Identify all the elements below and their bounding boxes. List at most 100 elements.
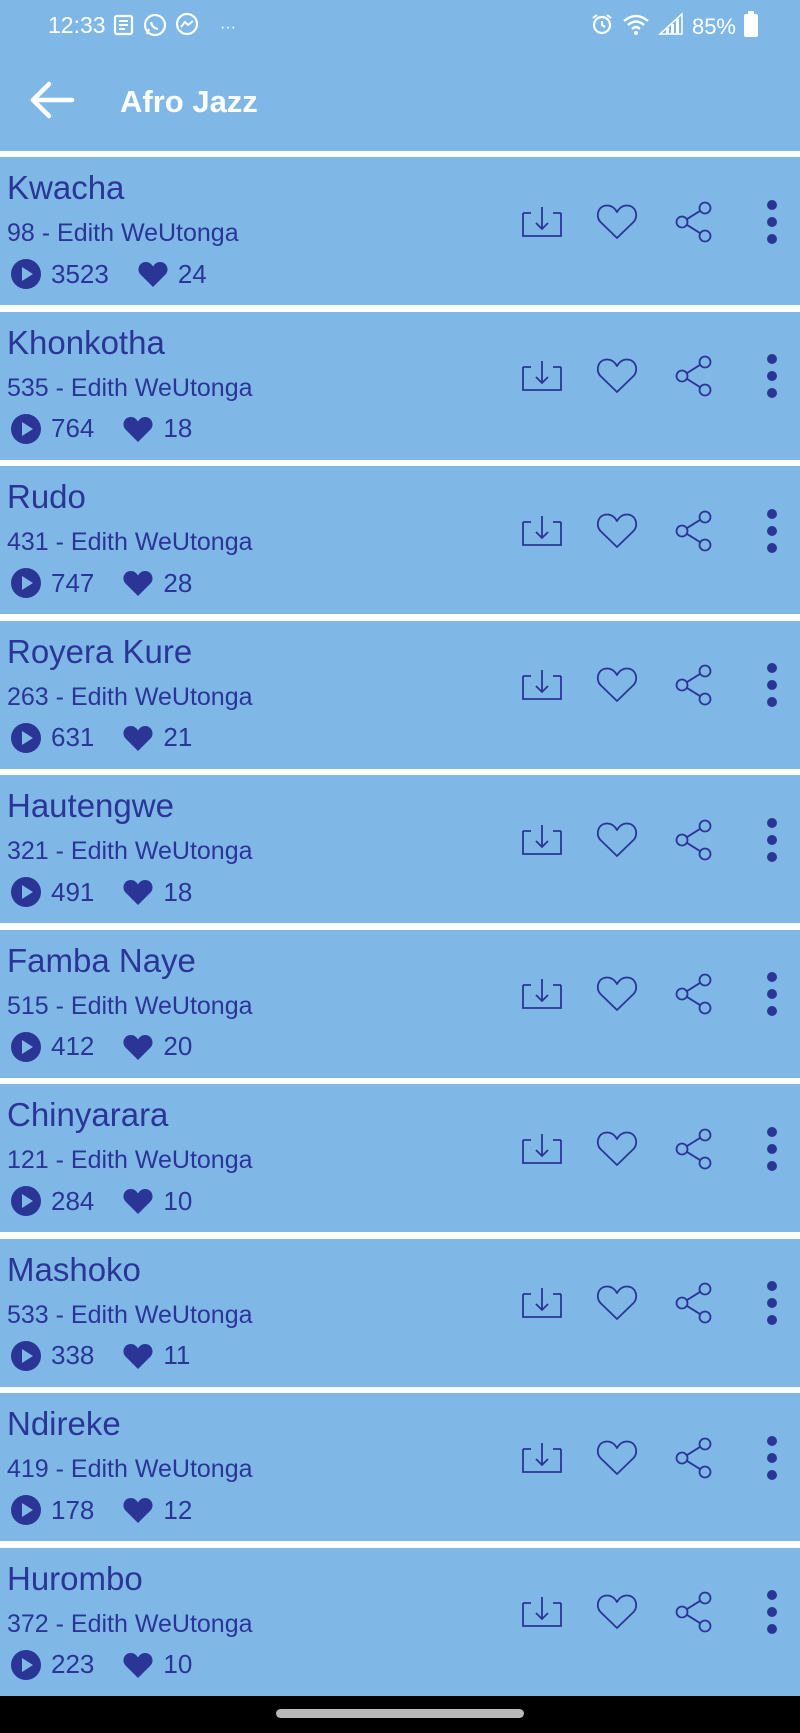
more-options-button[interactable]: [746, 508, 798, 558]
more-options-button[interactable]: [746, 1281, 798, 1331]
download-button[interactable]: [516, 663, 568, 713]
list-item[interactable]: Ndireke 419 - Edith WeUtonga 178 12: [0, 1393, 800, 1541]
song-stats: 338 11: [10, 1340, 190, 1372]
like-count: 21: [163, 722, 193, 752]
song-stats: 178 12: [10, 1494, 192, 1526]
more-options-button[interactable]: [746, 817, 798, 867]
song-title: Ndireke: [7, 1405, 121, 1442]
download-button[interactable]: [516, 1590, 568, 1640]
like-button[interactable]: [591, 508, 643, 558]
back-button[interactable]: [24, 74, 80, 130]
like-count: 18: [163, 876, 193, 907]
share-button[interactable]: [668, 354, 720, 404]
song-title: Royera Kure: [7, 632, 193, 670]
share-button[interactable]: [668, 1435, 720, 1485]
more-options-button[interactable]: [746, 1126, 798, 1176]
song-actions: [510, 1435, 800, 1485]
download-button[interactable]: [516, 199, 568, 249]
like-button[interactable]: [591, 1590, 643, 1640]
like-count: 18: [163, 413, 193, 443]
like-button[interactable]: [591, 1435, 643, 1485]
home-gesture-bar[interactable]: [276, 1709, 524, 1718]
messenger-icon: [174, 12, 200, 43]
share-button[interactable]: [668, 663, 720, 713]
play-count: 223: [51, 1649, 95, 1679]
play-count: 764: [51, 413, 95, 443]
download-button[interactable]: [516, 508, 568, 558]
share-button[interactable]: [668, 199, 720, 249]
download-icon: [520, 514, 564, 553]
share-icon: [674, 1437, 714, 1484]
play-count: 412: [51, 1031, 95, 1061]
like-button[interactable]: [591, 1281, 643, 1331]
more-vert-icon: [765, 508, 779, 559]
list-item[interactable]: Kwacha 98 - Edith WeUtonga 3523 24: [0, 157, 800, 305]
list-item[interactable]: Mashoko 533 - Edith WeUtonga 338 11: [0, 1238, 800, 1387]
more-options-button[interactable]: [746, 1435, 798, 1485]
download-button[interactable]: [516, 1126, 568, 1176]
song-subtitle: 372 - Edith WeUtonga: [7, 1609, 253, 1638]
heart-filled-icon: [122, 724, 154, 752]
heart-filled-icon: [122, 1187, 154, 1215]
share-button[interactable]: [668, 1126, 720, 1176]
like-count: 11: [163, 1340, 191, 1370]
download-button[interactable]: [516, 1435, 568, 1485]
more-vert-icon: [765, 353, 779, 404]
song-subtitle: 98 - Edith WeUtonga: [7, 219, 239, 247]
heart-outline-icon: [595, 1439, 639, 1482]
song-actions: [510, 354, 800, 404]
like-button[interactable]: [591, 663, 643, 713]
share-button[interactable]: [668, 508, 720, 558]
download-icon: [520, 359, 564, 398]
like-button[interactable]: [591, 354, 643, 404]
like-button[interactable]: [591, 817, 643, 867]
more-vert-icon: [765, 662, 779, 713]
share-button[interactable]: [668, 1281, 720, 1331]
heart-outline-icon: [595, 357, 639, 400]
share-button[interactable]: [668, 817, 720, 867]
download-button[interactable]: [516, 1281, 568, 1331]
battery-percent: 85%: [691, 13, 736, 39]
list-item[interactable]: Famba Naye 515 - Edith WeUtonga 412 20: [0, 929, 800, 1078]
play-count: 3523: [51, 258, 109, 289]
like-button[interactable]: [591, 1126, 643, 1176]
song-title: Hautengwe: [7, 787, 174, 824]
share-button[interactable]: [668, 972, 720, 1022]
heart-outline-icon: [595, 203, 639, 246]
list-item[interactable]: Rudo 431 - Edith WeUtonga 747 28: [0, 466, 800, 614]
list-item[interactable]: Hurombo 372 - Edith WeUtonga 223 10: [0, 1547, 800, 1696]
alarm-icon: [590, 12, 614, 41]
list-item[interactable]: Chinyarara 121 - Edith WeUtonga 284 10: [0, 1084, 800, 1232]
more-vert-icon: [765, 199, 779, 250]
song-title: Kwacha: [7, 169, 125, 206]
song-subtitle: 121 - Edith WeUtonga: [7, 1146, 253, 1174]
download-button[interactable]: [516, 817, 568, 867]
more-options-button[interactable]: [746, 354, 798, 404]
share-icon: [674, 664, 714, 711]
play-icon: [10, 1340, 42, 1372]
heart-filled-icon: [137, 260, 169, 288]
like-button[interactable]: [591, 972, 643, 1022]
share-button[interactable]: [668, 1590, 720, 1640]
list-item[interactable]: Hautengwe 321 - Edith WeUtonga 491 18: [0, 775, 800, 923]
notification-icons: ···: [112, 12, 236, 43]
heart-filled-icon: [122, 1342, 154, 1370]
more-options-button[interactable]: [746, 972, 798, 1022]
arrow-left-icon: [29, 80, 75, 125]
list-item[interactable]: Khonkotha 535 - Edith WeUtonga 764 18: [0, 311, 800, 460]
play-icon: [10, 1031, 42, 1063]
more-options-button[interactable]: [746, 663, 798, 713]
more-options-button[interactable]: [746, 1590, 798, 1640]
more-options-button[interactable]: [746, 199, 798, 249]
download-button[interactable]: [516, 972, 568, 1022]
news-icon: [112, 13, 136, 42]
song-actions: [510, 817, 800, 867]
like-button[interactable]: [591, 199, 643, 249]
list-item[interactable]: Royera Kure 263 - Edith WeUtonga 631 21: [0, 620, 800, 769]
download-icon: [520, 823, 564, 862]
like-count: 24: [177, 258, 207, 289]
song-stats: 491 18: [10, 876, 192, 908]
play-icon: [10, 567, 42, 599]
share-icon: [674, 819, 714, 866]
download-button[interactable]: [516, 354, 568, 404]
